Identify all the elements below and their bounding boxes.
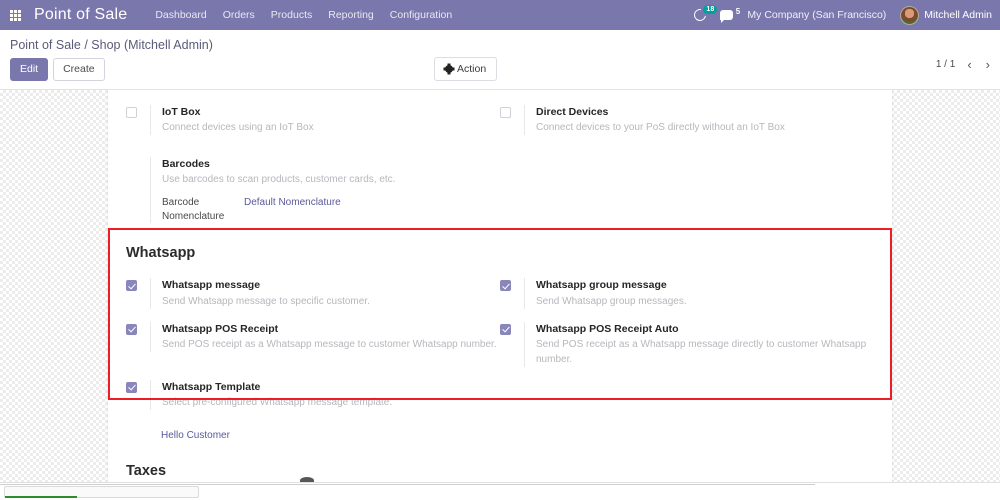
setting-barcodes: Barcodes Use barcodes to scan products, … [126, 145, 500, 233]
menu-item-configuration[interactable]: Configuration [390, 9, 452, 21]
barcode-nomenclature-value[interactable]: Default Nomenclature [244, 196, 341, 210]
iot-box-checkbox[interactable] [126, 107, 137, 118]
setting-whatsapp-template[interactable]: Whatsapp Template Select pre-configured … [126, 377, 500, 420]
control-panel: Point of Sale / Shop (Mitchell Admin) Ed… [0, 30, 1000, 90]
avatar [900, 5, 920, 25]
setting-description: Send Whatsapp message to specific custom… [162, 295, 370, 307]
chevron-left-icon[interactable]: ‹ [965, 58, 973, 71]
taxes-section: Taxes Fiscal Position per Order Choose a… [126, 463, 874, 482]
app-brand-title[interactable]: Point of Sale [34, 6, 127, 24]
menu-item-orders[interactable]: Orders [223, 9, 255, 21]
taxes-heading: Taxes [126, 462, 167, 479]
messages-count-badge: 5 [735, 7, 741, 16]
setting-title: Whatsapp POS Receipt [162, 322, 279, 335]
whatsapp-template-checkbox[interactable] [126, 381, 137, 393]
setting-iot-box[interactable]: IoT Box Connect devices using an IoT Box [126, 102, 500, 145]
settings-column-right-empty [500, 377, 874, 441]
activity-count-badge: 18 [703, 5, 718, 14]
setting-whatsapp-pos-receipt-auto[interactable]: Whatsapp POS Receipt Auto Send POS recei… [500, 319, 874, 377]
menu-item-reporting[interactable]: Reporting [328, 9, 374, 21]
setting-description: Send Whatsapp group messages. [536, 295, 687, 307]
settings-column-left: Barcodes Use barcodes to scan products, … [126, 145, 500, 233]
whatsapp-pos-receipt-checkbox[interactable] [126, 323, 137, 335]
action-button-label: Action [457, 63, 487, 75]
breadcrumb[interactable]: Point of Sale / Shop (Mitchell Admin) [0, 30, 1000, 52]
barcode-nomenclature-field: Barcode Nomenclature Default Nomenclatur… [162, 196, 500, 223]
setting-direct-devices[interactable]: Direct Devices Connect devices to your P… [500, 102, 874, 145]
settings-column-right: Direct Devices Connect devices to your P… [500, 102, 874, 145]
setting-description: Connect devices using an IoT Box [162, 122, 314, 134]
top-navbar: Point of Sale Dashboard Orders Products … [0, 0, 1000, 30]
browser-bottom-strip [0, 482, 1000, 500]
user-menu[interactable]: Mitchell Admin [900, 5, 992, 25]
setting-title: Direct Devices [536, 106, 609, 118]
setting-title: IoT Box [162, 106, 201, 118]
whatsapp-settings-group: Whatsapp message Send Whatsapp message t… [126, 275, 874, 441]
control-panel-buttons: Edit Create Action 1 / 1 ‹ › [0, 52, 1000, 81]
setting-description: Send POS receipt as a Whatsapp message t… [162, 338, 497, 350]
whatsapp-message-checkbox[interactable] [126, 280, 137, 292]
company-switcher[interactable]: My Company (San Francisco) [747, 9, 886, 21]
apps-grid-icon[interactable] [0, 0, 30, 30]
pager: 1 / 1 ‹ › [936, 58, 992, 71]
settings-column-right: Whatsapp POS Receipt Auto Send POS recei… [500, 319, 874, 377]
whatsapp-section: Whatsapp Whatsapp message Send Whatsapp … [126, 233, 874, 441]
setting-title: Whatsapp Template [162, 380, 261, 393]
direct-devices-checkbox[interactable] [500, 107, 511, 118]
whatsapp-heading: Whatsapp [126, 245, 196, 262]
user-name-label: Mitchell Admin [924, 9, 992, 21]
settings-column-left: Whatsapp POS Receipt Send POS receipt as… [126, 319, 500, 377]
navbar-right-group: 18 5 My Company (San Francisco) Mitchell… [692, 5, 1000, 25]
setting-title: Whatsapp message [162, 279, 261, 292]
messages-menu[interactable]: 5 [720, 7, 740, 23]
menu-item-products[interactable]: Products [271, 9, 312, 21]
activity-menu[interactable]: 18 [692, 5, 718, 24]
download-item[interactable] [4, 486, 199, 498]
settings-column-right: Whatsapp group message Send Whatsapp gro… [500, 275, 874, 318]
settings-column-left: Whatsapp message Send Whatsapp message t… [126, 275, 500, 318]
whatsapp-group-message-checkbox[interactable] [500, 280, 511, 292]
settings-sheet: IoT Box Connect devices using an IoT Box… [108, 90, 892, 482]
pager-counter: 1 / 1 [935, 59, 956, 70]
barcodes-title: Barcodes [162, 158, 210, 171]
setting-whatsapp-pos-receipt[interactable]: Whatsapp POS Receipt Send POS receipt as… [126, 319, 500, 362]
main-menu: Dashboard Orders Products Reporting Conf… [155, 9, 452, 21]
menu-item-dashboard[interactable]: Dashboard [155, 9, 206, 21]
settings-column-left: Whatsapp Template Select pre-configured … [126, 377, 500, 441]
barcode-nomenclature-label: Barcode Nomenclature [162, 197, 225, 222]
settings-column-right-empty [500, 145, 874, 233]
barcodes-description: Use barcodes to scan products, customer … [162, 174, 396, 186]
setting-description: Select pre-configured Whatsapp message t… [162, 396, 393, 408]
whatsapp-template-value[interactable]: Hello Customer [126, 430, 500, 441]
barcodes-settings-group: Barcodes Use barcodes to scan products, … [126, 145, 874, 233]
action-button[interactable]: Action [434, 57, 498, 81]
create-button[interactable]: Create [53, 58, 105, 81]
chevron-right-icon[interactable]: › [984, 58, 992, 71]
edit-button[interactable]: Edit [10, 58, 49, 81]
whatsapp-pos-receipt-auto-checkbox[interactable] [500, 323, 511, 335]
setting-whatsapp-message[interactable]: Whatsapp message Send Whatsapp message t… [126, 275, 500, 318]
setting-description: Send POS receipt as a Whatsapp message d… [536, 338, 867, 365]
setting-description: Connect devices to your PoS directly wit… [536, 122, 785, 134]
settings-column-left: IoT Box Connect devices using an IoT Box [126, 102, 500, 145]
devices-settings-group: IoT Box Connect devices using an IoT Box… [126, 102, 874, 145]
setting-title: Whatsapp group message [536, 279, 667, 292]
setting-title: Whatsapp POS Receipt Auto [536, 322, 679, 335]
setting-whatsapp-group-message[interactable]: Whatsapp group message Send Whatsapp gro… [500, 275, 874, 318]
gear-icon [445, 65, 453, 73]
